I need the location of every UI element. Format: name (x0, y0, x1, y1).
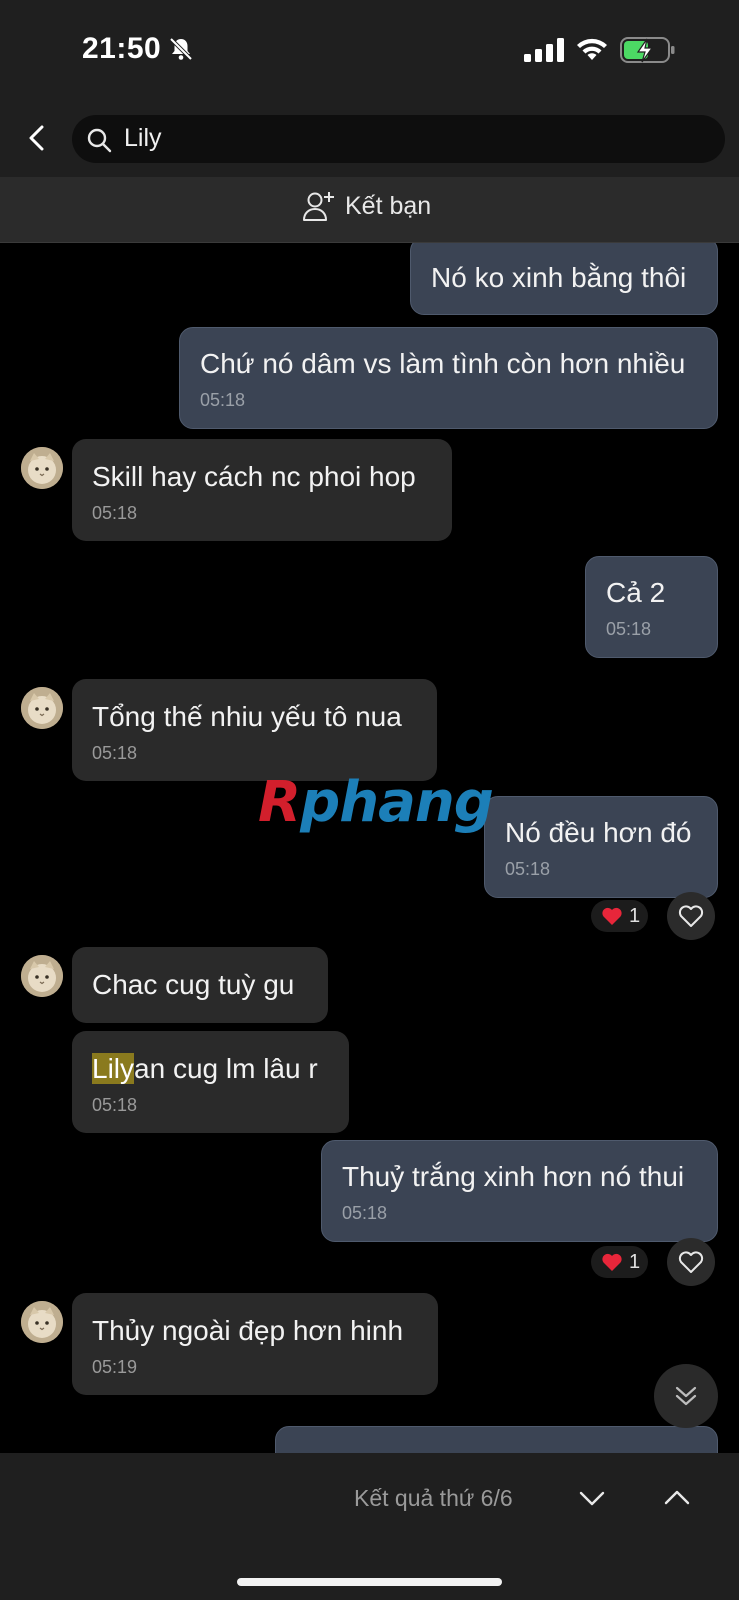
message-text: Nó đều hơn đó (505, 817, 692, 848)
message-time: 05:18 (505, 859, 551, 879)
message-incoming[interactable]: Lilyan cug lm lâu r 05:18 (72, 1031, 349, 1133)
back-arrow-icon[interactable] (22, 118, 54, 158)
message-time: 05:18 (92, 743, 138, 763)
message-outgoing-partial[interactable] (275, 1426, 718, 1453)
watermark-logo: Rphang (258, 770, 494, 835)
message-text-rest: an cug lm lâu r (134, 1053, 318, 1084)
avatar[interactable] (21, 1301, 63, 1343)
heart-reaction-icon (602, 907, 622, 925)
cat-avatar-icon (21, 447, 63, 489)
search-input[interactable] (72, 115, 725, 163)
message-outgoing[interactable]: Chứ nó dâm vs làm tình còn hơn nhiều 05:… (179, 327, 718, 429)
scroll-to-bottom-button[interactable] (654, 1364, 718, 1428)
message-outgoing[interactable]: Nó ko xinh bằng thôi (410, 243, 718, 315)
avatar[interactable] (21, 955, 63, 997)
reaction-count: 1 (629, 1250, 641, 1273)
message-text: Chac cug tuỳ gu (92, 969, 295, 1000)
search-query[interactable]: Lily (124, 124, 162, 153)
message-time: 05:18 (606, 619, 652, 639)
heart-reaction-icon (602, 1253, 622, 1271)
message-incoming[interactable]: Chac cug tuỳ gu (72, 947, 328, 1023)
message-text: Thủy ngoài đẹp hơn hinh (92, 1315, 404, 1346)
message-time: 05:18 (342, 1203, 388, 1223)
double-chevron-down-icon (675, 1386, 697, 1406)
message-text: Chứ nó dâm vs làm tình còn hơn nhiều (200, 348, 686, 379)
bell-muted-icon (169, 37, 193, 61)
message-text: Tổng thế nhiu yếu tô nua (92, 701, 402, 732)
message-text: Lilyan cug lm lâu r (92, 1053, 329, 1085)
message-incoming[interactable]: Skill hay cách nc phoi hop 05:18 (72, 439, 452, 541)
message-time: 05:18 (200, 390, 246, 410)
message-incoming[interactable]: Thủy ngoài đẹp hơn hinh 05:19 (72, 1293, 438, 1395)
react-heart-button[interactable] (667, 1238, 715, 1286)
cat-avatar-icon (21, 1301, 63, 1343)
reaction-badge[interactable]: 1 (591, 900, 649, 932)
message-text: Cả 2 (606, 577, 666, 608)
cellular-signal-icon (524, 38, 564, 62)
search-result-counter: Kết quả thứ 6/6 (354, 1485, 513, 1511)
message-outgoing[interactable]: Cả 2 05:18 (585, 556, 718, 658)
add-friend-label[interactable]: Kết bạn (345, 192, 431, 221)
chevron-down-icon[interactable] (577, 1480, 607, 1516)
message-incoming[interactable]: Tổng thế nhiu yếu tô nua 05:18 (72, 679, 437, 781)
add-friend-icon[interactable] (302, 190, 336, 222)
avatar[interactable] (21, 687, 63, 729)
message-time: 05:18 (92, 1095, 138, 1115)
message-outgoing[interactable]: Thuỷ trắng xinh hơn nó thui 05:18 (321, 1140, 718, 1242)
react-heart-button[interactable] (667, 892, 715, 940)
message-text: Thuỷ trắng xinh hơn nó thui (342, 1161, 685, 1192)
search-icon (87, 128, 112, 153)
message-time: 05:19 (92, 1357, 138, 1377)
cat-avatar-icon (21, 687, 63, 729)
chevron-up-icon[interactable] (662, 1480, 692, 1516)
avatar[interactable] (21, 447, 63, 489)
message-text: Skill hay cách nc phoi hop (92, 461, 416, 492)
message-outgoing[interactable]: Nó đều hơn đó 05:18 (484, 796, 718, 898)
message-time: 05:18 (92, 503, 138, 523)
cat-avatar-icon (21, 955, 63, 997)
message-text: Nó ko xinh bằng thôi (431, 262, 687, 293)
status-time: 21:50 (82, 32, 162, 65)
battery-charging-icon (620, 37, 675, 63)
reaction-badge[interactable]: 1 (591, 1246, 649, 1278)
chat-messages[interactable]: Nó ko xinh bằng thôi Chứ nó dâm vs làm t… (0, 243, 739, 1453)
search-highlight: Lily (92, 1053, 135, 1084)
heart-outline-icon (678, 1251, 704, 1273)
heart-outline-icon (678, 905, 704, 927)
reaction-count: 1 (629, 904, 641, 927)
home-indicator[interactable] (237, 1578, 502, 1586)
wifi-icon (577, 38, 607, 60)
